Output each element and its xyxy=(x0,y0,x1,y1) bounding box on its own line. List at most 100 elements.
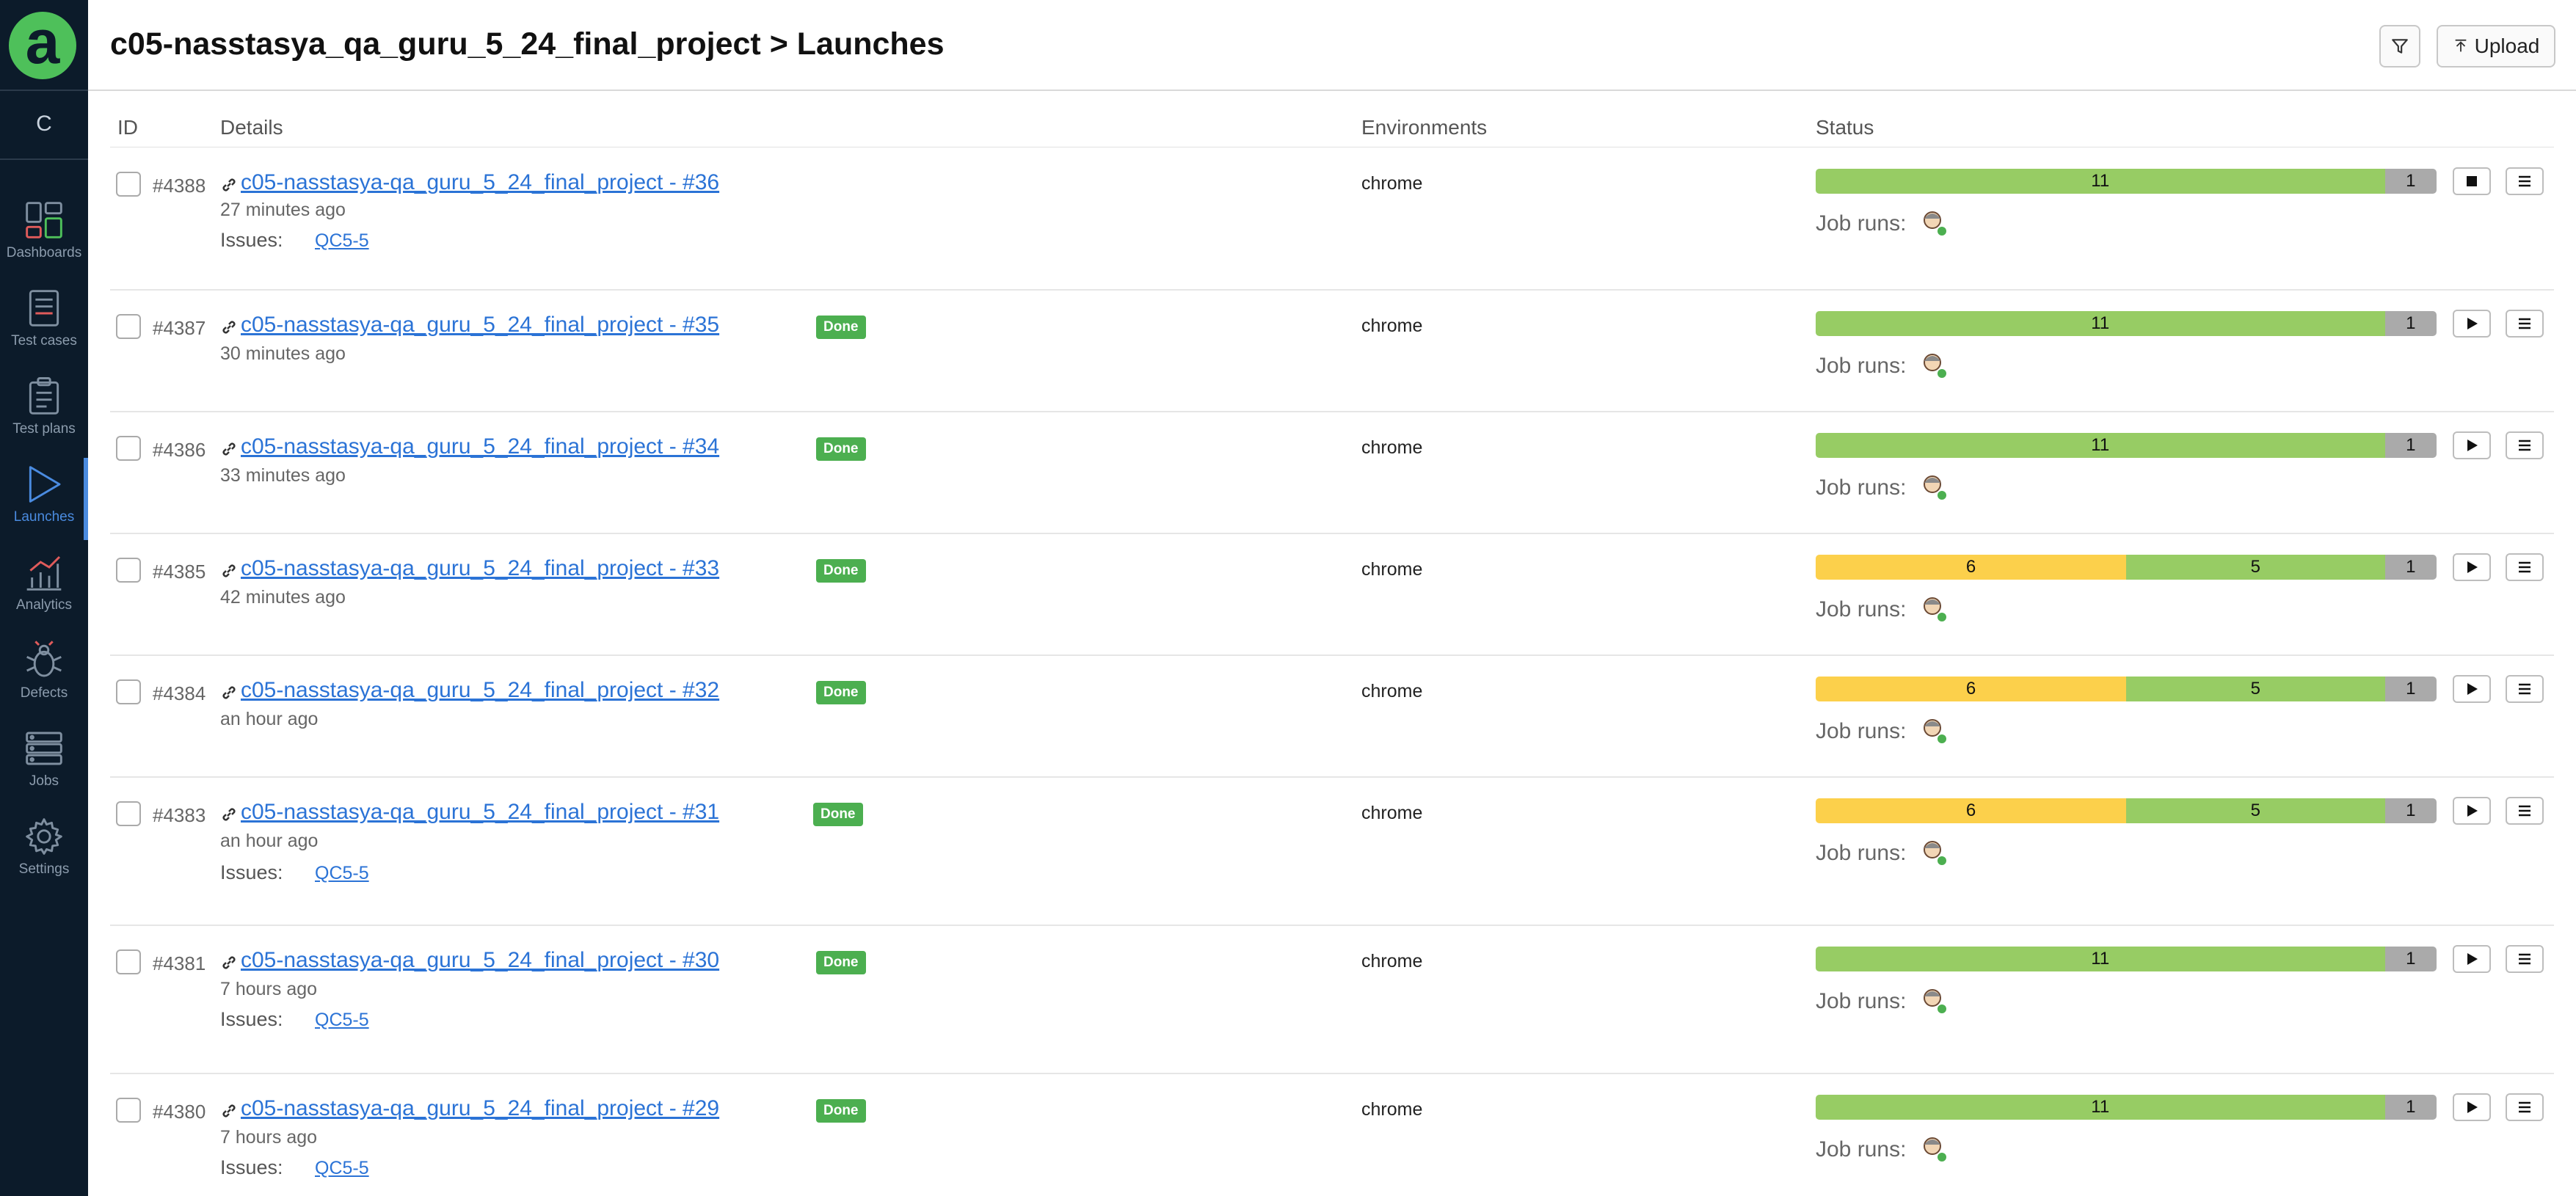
status-segment-broken[interactable]: 6 xyxy=(1816,677,2126,701)
launch-row[interactable]: #4385 c05-nasstasya-qa_guru_5_24_final_p… xyxy=(88,534,2576,656)
issue-link[interactable]: QC5-5 xyxy=(315,1010,369,1031)
upload-icon xyxy=(2455,39,2466,52)
launch-name-link[interactable]: c05-nasstasya-qa_guru_5_24_final_project… xyxy=(241,1096,719,1121)
row-checkbox[interactable] xyxy=(116,801,141,826)
sidebar-item-defects[interactable]: Defects xyxy=(0,631,88,719)
row-menu-button[interactable] xyxy=(2506,797,2544,825)
stop-button[interactable] xyxy=(2453,167,2491,195)
sidebar-item-analytics[interactable]: Analytics xyxy=(0,543,88,631)
play-button[interactable] xyxy=(2453,945,2491,973)
sidebar-item-dashboards[interactable]: Dashboards xyxy=(0,191,88,279)
status-segment-passed[interactable]: 11 xyxy=(1816,169,2385,194)
status-segment-unknown[interactable]: 1 xyxy=(2384,947,2437,971)
issue-link[interactable]: QC5-5 xyxy=(315,863,369,884)
row-menu-button[interactable] xyxy=(2506,553,2544,581)
upload-button[interactable]: Upload xyxy=(2437,25,2555,68)
play-button[interactable] xyxy=(2453,431,2491,459)
play-button[interactable] xyxy=(2453,797,2491,825)
status-segment-unknown[interactable]: 1 xyxy=(2384,169,2437,194)
launch-time: an hour ago xyxy=(220,831,319,851)
filter-button[interactable] xyxy=(2379,25,2420,68)
status-bar[interactable]: 11 1 xyxy=(1816,169,2437,194)
job-avatar-icon[interactable] xyxy=(1920,986,1949,1015)
status-segment-unknown[interactable]: 1 xyxy=(2384,311,2437,336)
job-avatar-icon[interactable] xyxy=(1920,351,1949,380)
row-menu-button[interactable] xyxy=(2506,310,2544,338)
launch-row[interactable]: #4383 c05-nasstasya-qa_guru_5_24_final_p… xyxy=(88,778,2576,926)
row-menu-button[interactable] xyxy=(2506,1093,2544,1121)
status-segment-passed[interactable]: 11 xyxy=(1816,947,2385,971)
sidebar-item-test-cases[interactable]: Test cases xyxy=(0,279,88,367)
status-segment-passed[interactable]: 11 xyxy=(1816,311,2385,336)
play-icon xyxy=(2467,953,2478,965)
environment: chrome xyxy=(1361,559,1423,580)
status-segment-unknown[interactable]: 1 xyxy=(2384,677,2437,701)
status-bar[interactable]: 11 1 xyxy=(1816,433,2437,458)
status-segment-unknown[interactable]: 1 xyxy=(2384,1095,2437,1120)
status-badge: Done xyxy=(816,951,866,974)
job-avatar-icon[interactable] xyxy=(1920,716,1949,745)
job-avatar-icon[interactable] xyxy=(1920,838,1949,867)
sidebar-item-test-plans[interactable]: Test plans xyxy=(0,367,88,455)
launch-name-link[interactable]: c05-nasstasya-qa_guru_5_24_final_project… xyxy=(241,678,719,703)
project-switcher[interactable]: C xyxy=(0,112,88,136)
row-checkbox[interactable] xyxy=(116,1098,141,1123)
launch-row[interactable]: #4388 c05-nasstasya-qa_guru_5_24_final_p… xyxy=(88,148,2576,291)
row-checkbox[interactable] xyxy=(116,949,141,974)
job-avatar-icon[interactable] xyxy=(1920,208,1949,238)
play-icon xyxy=(2467,318,2478,329)
play-button[interactable] xyxy=(2453,310,2491,338)
status-segment-passed[interactable]: 5 xyxy=(2126,677,2385,701)
row-menu-button[interactable] xyxy=(2506,167,2544,195)
status-segment-passed[interactable]: 5 xyxy=(2126,798,2385,823)
status-segment-unknown[interactable]: 1 xyxy=(2384,555,2437,580)
launch-name-link[interactable]: c05-nasstasya-qa_guru_5_24_final_project… xyxy=(241,800,719,825)
status-segment-broken[interactable]: 6 xyxy=(1816,798,2126,823)
issue-link[interactable]: QC5-5 xyxy=(315,230,369,252)
sidebar-item-settings[interactable]: Settings xyxy=(0,807,88,895)
status-bar[interactable]: 651 xyxy=(1816,677,2437,701)
play-button[interactable] xyxy=(2453,1093,2491,1121)
row-checkbox[interactable] xyxy=(116,558,141,583)
job-avatar-icon[interactable] xyxy=(1920,1134,1949,1164)
sidebar-item-launches[interactable]: Launches xyxy=(0,455,88,543)
launch-name-link[interactable]: c05-nasstasya-qa_guru_5_24_final_project… xyxy=(241,170,719,195)
menu-icon xyxy=(2519,683,2530,695)
status-bar[interactable]: 651 xyxy=(1816,798,2437,823)
row-menu-button[interactable] xyxy=(2506,675,2544,703)
issue-link[interactable]: QC5-5 xyxy=(315,1158,369,1179)
launch-row[interactable]: #4381 c05-nasstasya-qa_guru_5_24_final_p… xyxy=(88,926,2576,1074)
launch-name-link[interactable]: c05-nasstasya-qa_guru_5_24_final_project… xyxy=(241,313,719,338)
status-segment-unknown[interactable]: 1 xyxy=(2384,433,2437,458)
job-avatar-icon[interactable] xyxy=(1920,473,1949,502)
row-checkbox[interactable] xyxy=(116,172,141,197)
launch-name-link[interactable]: c05-nasstasya-qa_guru_5_24_final_project… xyxy=(241,434,719,459)
launch-name-link[interactable]: c05-nasstasya-qa_guru_5_24_final_project… xyxy=(241,948,719,973)
play-button[interactable] xyxy=(2453,553,2491,581)
row-checkbox[interactable] xyxy=(116,314,141,339)
status-bar[interactable]: 11 1 xyxy=(1816,947,2437,971)
status-segment-unknown[interactable]: 1 xyxy=(2384,798,2437,823)
launch-row[interactable]: #4387 c05-nasstasya-qa_guru_5_24_final_p… xyxy=(88,291,2576,412)
row-checkbox[interactable] xyxy=(116,679,141,704)
sidebar-item-jobs[interactable]: Jobs xyxy=(0,719,88,807)
row-checkbox[interactable] xyxy=(116,436,141,461)
row-menu-button[interactable] xyxy=(2506,431,2544,459)
launch-row[interactable]: #4384 c05-nasstasya-qa_guru_5_24_final_p… xyxy=(88,656,2576,778)
play-button[interactable] xyxy=(2453,675,2491,703)
job-avatar-icon[interactable] xyxy=(1920,594,1949,624)
allure-logo[interactable]: a xyxy=(9,11,76,79)
launch-id: #4388 xyxy=(153,175,206,197)
row-menu-button[interactable] xyxy=(2506,945,2544,973)
status-segment-passed[interactable]: 5 xyxy=(2126,555,2385,580)
launch-row[interactable]: #4386 c05-nasstasya-qa_guru_5_24_final_p… xyxy=(88,412,2576,534)
status-segment-passed[interactable]: 11 xyxy=(1816,433,2385,458)
status-bar[interactable]: 11 1 xyxy=(1816,1095,2437,1120)
status-bar[interactable]: 651 xyxy=(1816,555,2437,580)
launch-row[interactable]: #4380 c05-nasstasya-qa_guru_5_24_final_p… xyxy=(88,1074,2576,1196)
status-segment-broken[interactable]: 6 xyxy=(1816,555,2126,580)
status-bar[interactable]: 11 1 xyxy=(1816,311,2437,336)
breadcrumb-project[interactable]: c05-nasstasya_qa_guru_5_24_final_project xyxy=(110,26,761,62)
launch-name-link[interactable]: c05-nasstasya-qa_guru_5_24_final_project… xyxy=(241,556,719,581)
status-segment-passed[interactable]: 11 xyxy=(1816,1095,2385,1120)
